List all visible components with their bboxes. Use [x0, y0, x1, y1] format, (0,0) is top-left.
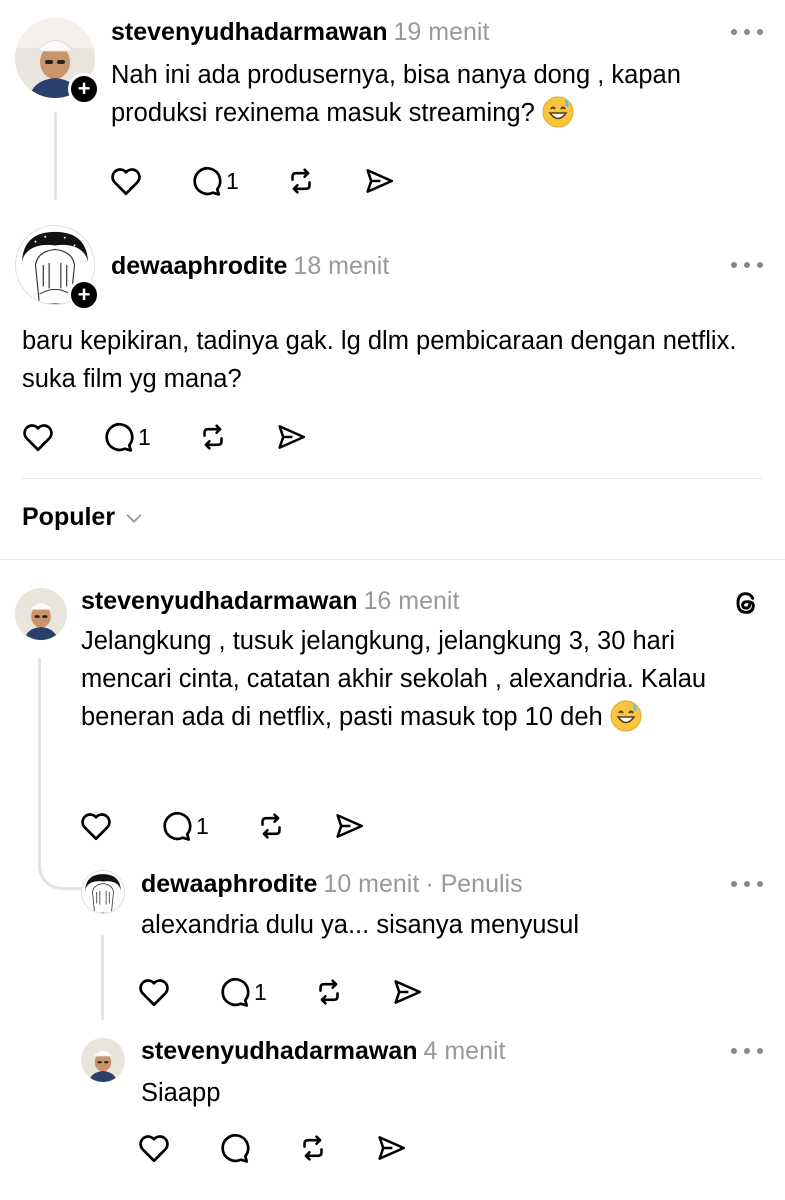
share-button[interactable] [374, 1128, 424, 1168]
grinning-sweat-emoji [542, 96, 574, 139]
illustration-avatar [82, 871, 124, 913]
follow-button[interactable]: + [68, 73, 100, 105]
chevron-down-icon [126, 513, 142, 523]
repost-icon [319, 979, 339, 1005]
username[interactable]: dewaaphrodite [141, 870, 317, 898]
repost-button[interactable] [312, 972, 390, 1012]
reply-actions [136, 1128, 424, 1168]
post-actions: 1 [20, 417, 324, 457]
post: + stevenyudhadarmawan 19 menit Nah ini ad… [0, 0, 785, 210]
send-icon [278, 425, 306, 449]
share-button[interactable] [390, 972, 440, 1012]
divider [22, 478, 762, 479]
reply: dewaaphrodite 10 menit · Penulis alexandri… [0, 860, 785, 1030]
reply-header: stevenyudhadarmawan 16 menit [81, 587, 459, 616]
share-button[interactable] [332, 806, 382, 846]
avatar[interactable] [81, 1038, 125, 1082]
sort-dropdown[interactable]: Populer [22, 503, 145, 532]
comment-icon [221, 1134, 250, 1163]
send-icon [336, 814, 364, 838]
repost-icon [261, 813, 281, 839]
post-text: baru kepikiran, tadinya gak. lg dlm pemb… [22, 327, 737, 393]
heart-icon [23, 424, 53, 452]
send-icon [366, 169, 394, 193]
repost-button[interactable] [296, 1128, 374, 1168]
comment-icon [163, 812, 192, 841]
timestamp: 16 menit [363, 587, 460, 615]
post-header: dewaaphrodite 18 menit [111, 252, 389, 281]
reply-button[interactable]: 1 [158, 806, 254, 846]
comment-icon [193, 167, 222, 196]
reply-count: 1 [138, 423, 151, 450]
like-button[interactable] [136, 1128, 216, 1168]
thread-line [54, 112, 57, 200]
thread-connector [38, 658, 88, 890]
repost-icon [203, 424, 223, 450]
reply-actions: 1 [78, 806, 382, 846]
send-icon [378, 1136, 406, 1160]
repost-button[interactable] [196, 417, 274, 457]
reply-button[interactable]: 1 [100, 417, 196, 457]
reply-header: dewaaphrodite 10 menit · Penulis [141, 870, 523, 899]
repost-icon [303, 1135, 323, 1161]
threads-logo-icon [730, 587, 762, 624]
send-icon [394, 980, 422, 1004]
more-options-button[interactable] [731, 1047, 763, 1055]
like-button[interactable] [136, 972, 216, 1012]
reply-count: 1 [226, 167, 239, 194]
username[interactable]: stevenyudhadarmawan [141, 1037, 418, 1065]
post: + dewaaphrodite 18 menit baru kepikiran, … [0, 220, 785, 478]
reply-button[interactable]: 1 [188, 161, 284, 201]
reply-count: 1 [196, 812, 209, 839]
reply-text: Jelangkung , tusuk jelangkung, jelangkun… [81, 622, 751, 743]
sort-label: Populer [22, 503, 116, 531]
post-body: Nah ini ada produsernya, bisa nanya dong… [111, 61, 681, 127]
username[interactable]: stevenyudhadarmawan [81, 587, 358, 615]
reply-button[interactable] [216, 1128, 296, 1168]
reply-text: Siaapp [141, 1079, 221, 1107]
repost-button[interactable] [284, 161, 362, 201]
grinning-sweat-emoji [610, 700, 642, 743]
reply-actions: 1 [136, 972, 440, 1012]
heart-icon [139, 979, 169, 1007]
timestamp: 10 menit [323, 870, 420, 898]
like-button[interactable] [20, 417, 100, 457]
follow-button[interactable]: + [68, 279, 100, 311]
reply: stevenyudhadarmawan 16 menit Jelangkung ,… [0, 560, 785, 860]
post-text: Nah ini ada produsernya, bisa nanya dong… [111, 56, 751, 139]
share-button[interactable] [362, 161, 412, 201]
repost-button[interactable] [254, 806, 332, 846]
share-button[interactable] [274, 417, 324, 457]
avatar[interactable] [15, 588, 67, 640]
like-button[interactable] [78, 806, 158, 846]
like-button[interactable] [108, 161, 188, 201]
timestamp: 18 menit [293, 252, 390, 280]
repost-icon [291, 168, 311, 194]
more-options-button[interactable] [731, 261, 763, 269]
author-badge: · Penulis [425, 870, 523, 898]
more-options-button[interactable] [731, 28, 763, 36]
username[interactable]: dewaaphrodite [111, 252, 287, 280]
profile-photo-avatar [15, 588, 67, 640]
username[interactable]: stevenyudhadarmawan [111, 18, 388, 46]
reply-count: 1 [254, 978, 267, 1005]
profile-photo-avatar [81, 1038, 125, 1082]
thread-line [101, 935, 104, 1020]
more-options-button[interactable] [731, 880, 763, 888]
timestamp: 19 menit [393, 18, 490, 46]
reply-button[interactable]: 1 [216, 972, 312, 1012]
heart-icon [111, 168, 141, 196]
heart-icon [139, 1135, 169, 1163]
reply-header: stevenyudhadarmawan 4 menit [141, 1037, 505, 1066]
post-header: stevenyudhadarmawan 19 menit [111, 18, 489, 47]
comment-icon [105, 423, 134, 452]
reply-text: alexandria dulu ya... sisanya menyusul [141, 911, 579, 939]
comment-icon [221, 978, 250, 1007]
post-actions: 1 [108, 161, 412, 201]
reply: stevenyudhadarmawan 4 menit Siaapp [0, 1030, 785, 1200]
avatar[interactable] [81, 870, 125, 914]
timestamp: 4 menit [423, 1037, 506, 1065]
